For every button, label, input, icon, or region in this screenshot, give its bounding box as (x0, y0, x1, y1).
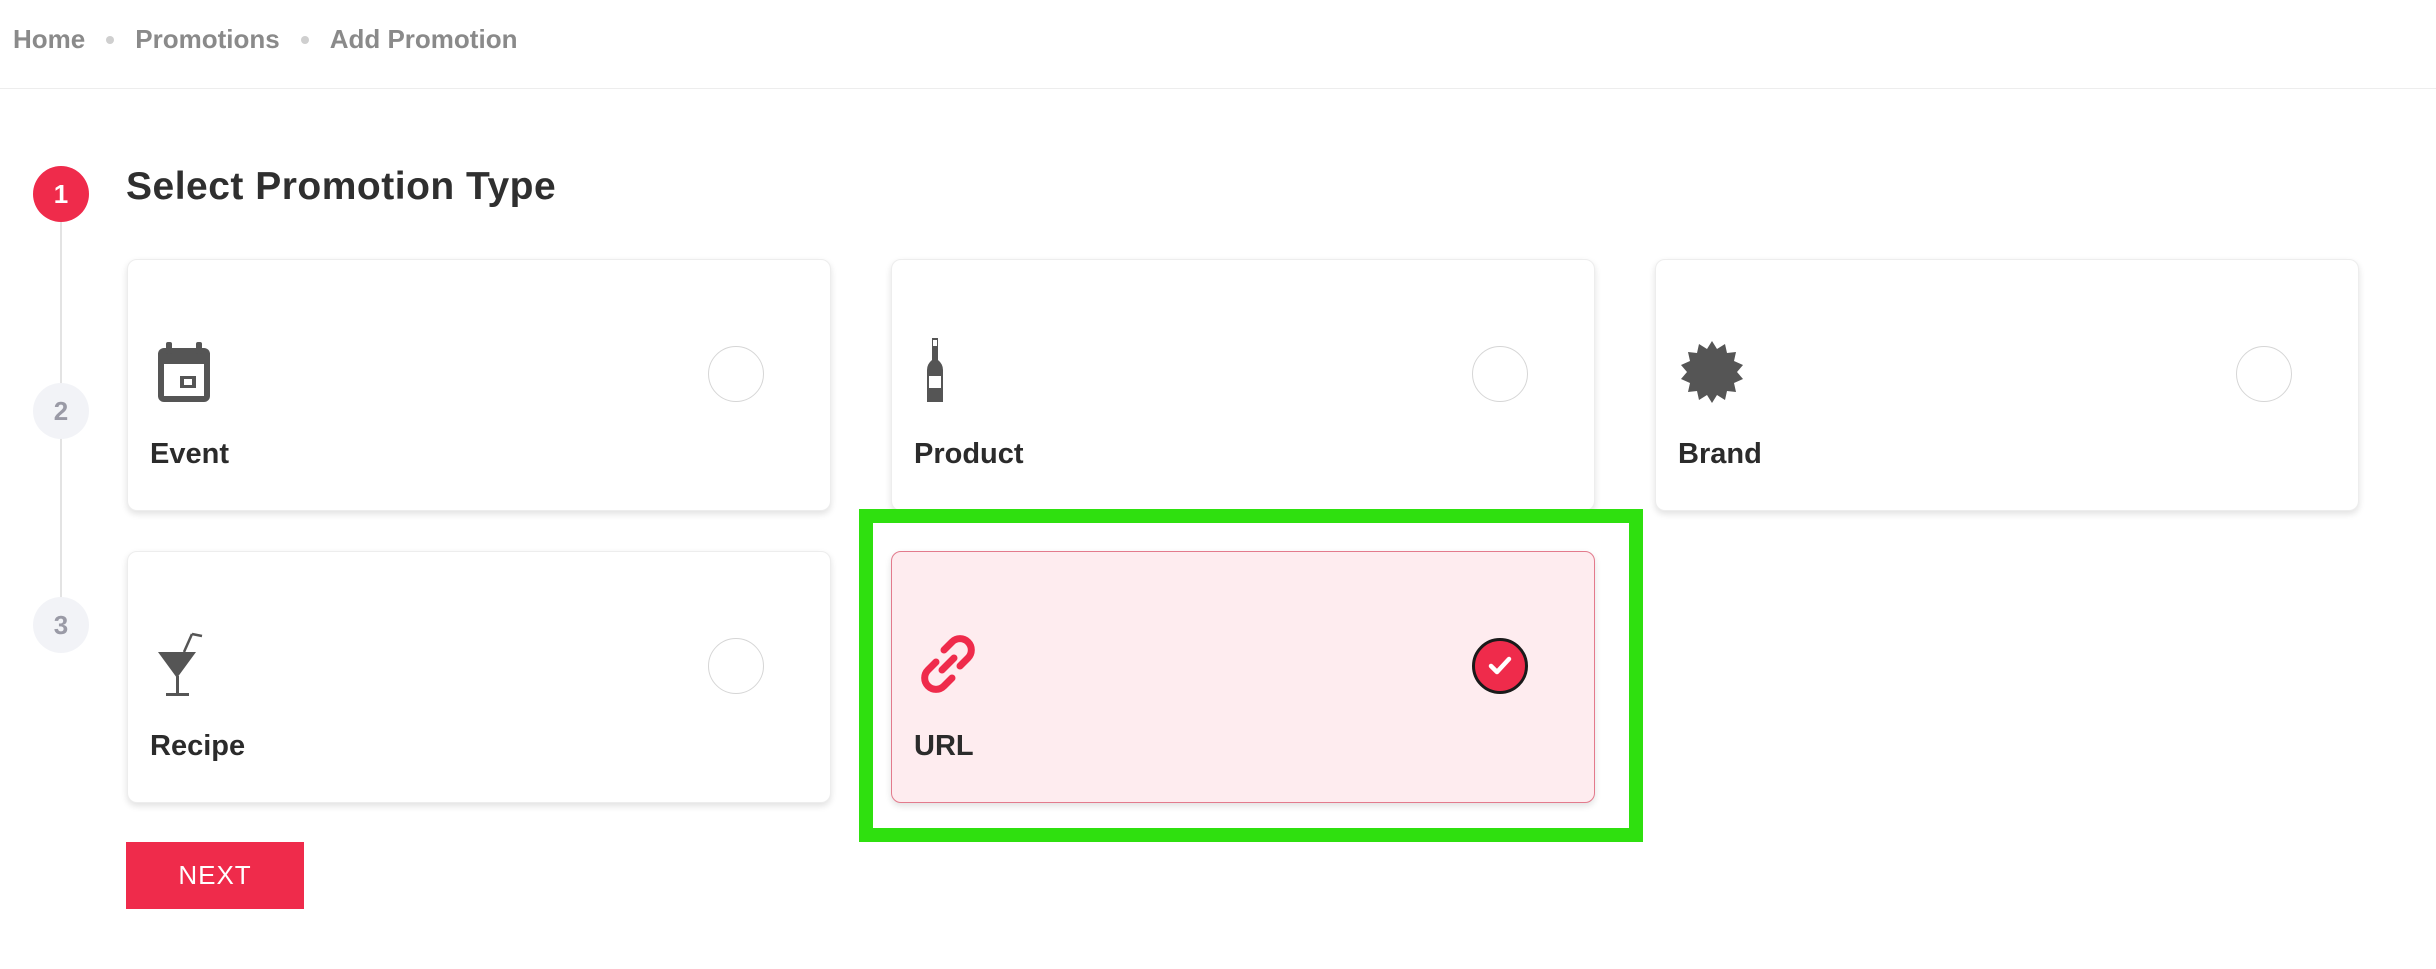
breadcrumb-separator (106, 35, 115, 44)
badge-icon (1681, 341, 1743, 403)
promotion-type-product-card[interactable]: Product (891, 259, 1595, 511)
promotion-type-event-card[interactable]: Event (127, 259, 831, 511)
calendar-icon (158, 342, 210, 402)
url-label: URL (914, 730, 974, 762)
breadcrumb-separator (300, 35, 309, 44)
bottle-icon (927, 338, 943, 402)
cocktail-icon (158, 632, 203, 696)
step-3-indicator: 3 (33, 597, 89, 653)
promotion-type-brand-card[interactable]: Brand (1655, 259, 2359, 511)
promotion-type-url-card[interactable]: URL (891, 551, 1595, 803)
breadcrumb: Home Promotions Add Promotion (13, 24, 517, 55)
event-label: Event (150, 438, 229, 470)
next-button[interactable]: NEXT (126, 842, 304, 909)
product-label: Product (914, 438, 1024, 470)
recipe-radio[interactable] (708, 638, 764, 694)
recipe-label: Recipe (150, 730, 246, 762)
url-radio-checked[interactable] (1472, 638, 1528, 694)
breadcrumb-add-promotion: Add Promotion (329, 24, 518, 54)
breadcrumb-home[interactable]: Home (13, 24, 85, 55)
product-radio[interactable] (1472, 346, 1528, 402)
step-1-indicator: 1 (33, 166, 89, 222)
link-icon (921, 635, 975, 693)
brand-label: Brand (1678, 438, 1762, 470)
brand-radio[interactable] (2236, 346, 2292, 402)
breadcrumb-promotions[interactable]: Promotions (135, 24, 279, 55)
event-radio[interactable] (708, 346, 764, 402)
top-bar: Home Promotions Add Promotion (0, 0, 2436, 89)
check-icon (1488, 656, 1512, 675)
section-title: Select Promotion Type (126, 165, 557, 208)
step-2-indicator: 2 (33, 383, 89, 439)
promotion-type-recipe-card[interactable]: Recipe (127, 551, 831, 803)
